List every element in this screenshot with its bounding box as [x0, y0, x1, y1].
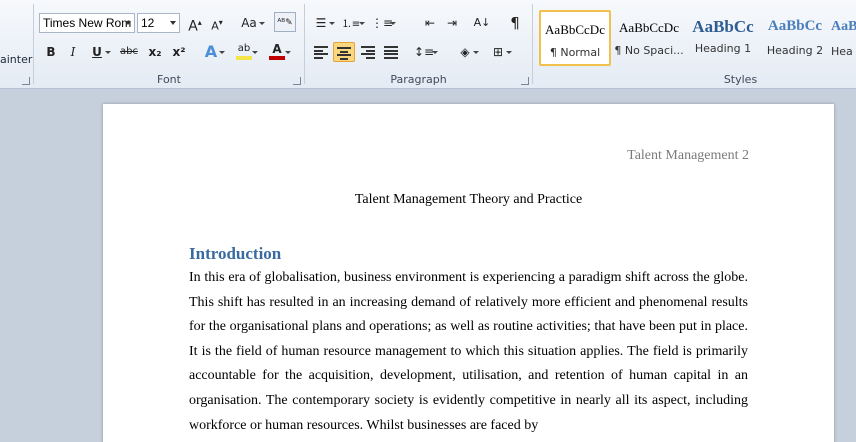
font-color-bar — [269, 56, 285, 60]
grow-font-button[interactable]: A▴ — [184, 13, 206, 35]
numbering-button[interactable]: ⒈≡ — [340, 13, 365, 33]
style-name: ¶ No Spaci... — [614, 44, 684, 57]
highlight-button[interactable]: ab — [233, 42, 258, 62]
style-sample: AaBbCc — [692, 17, 754, 36]
style-heading-1[interactable]: AaBbCc Heading 1 — [687, 10, 759, 66]
italic-icon: I — [70, 45, 76, 59]
style-name: ¶ Normal — [549, 46, 601, 59]
font-color-icon: A — [272, 42, 282, 56]
text-effects-icon: A — [204, 42, 218, 61]
font-name-value: Times New Rom — [43, 16, 132, 30]
italic-button[interactable]: I — [62, 42, 84, 62]
change-case-button[interactable]: Aa — [236, 13, 265, 33]
style-heading-3[interactable]: AaB Hea — [831, 10, 856, 66]
borders-icon: ⊞ — [492, 45, 504, 59]
bullets-button[interactable]: ☰ — [310, 13, 335, 33]
superscript-icon: x² — [172, 45, 186, 59]
paragraph-dialog-launcher-icon[interactable] — [521, 77, 529, 85]
underline-button[interactable]: U — [86, 42, 111, 62]
borders-button[interactable]: ⊞ — [487, 42, 512, 62]
change-case-icon: Aa — [241, 16, 257, 30]
grow-font-icon: A — [188, 18, 198, 35]
chevron-down-icon[interactable] — [125, 21, 131, 25]
shrink-font-button[interactable]: A▾ — [206, 13, 228, 33]
styles-group: AaBbCcDc ¶ Normal AaBbCcDc ¶ No Spaci...… — [533, 0, 856, 89]
bold-icon: B — [46, 45, 56, 59]
align-center-icon — [337, 47, 351, 60]
format-painter-button[interactable]: ainter — [0, 53, 32, 66]
paragraph-group-label: Paragraph — [390, 73, 447, 86]
style-sample: AaBbCc — [767, 18, 823, 34]
document-title: Talent Management Theory and Practice — [354, 192, 583, 207]
style-sample: AaB — [831, 19, 856, 34]
align-right-icon — [361, 46, 375, 59]
paint-bucket-icon: ◈ — [460, 45, 470, 59]
clipboard-dialog-launcher-icon[interactable] — [22, 77, 30, 85]
style-heading-2[interactable]: AaBbCc Heading 2 — [759, 10, 831, 66]
bold-button[interactable]: B — [40, 42, 62, 62]
text-effects-button[interactable]: A — [200, 42, 225, 62]
align-center-button[interactable] — [333, 42, 355, 62]
increase-indent-icon: ⇥ — [446, 16, 458, 30]
increase-indent-button[interactable]: ⇥ — [441, 13, 463, 33]
bullet-list-icon: ☰ — [315, 16, 327, 30]
clear-formatting-icon: ᴬᴮ✎ — [277, 18, 293, 28]
styles-group-label: Styles — [723, 73, 758, 86]
document-page[interactable]: Talent Management 2 Talent Management Th… — [103, 104, 834, 442]
decrease-indent-button[interactable]: ⇤ — [419, 13, 441, 33]
style-name: Heading 2 — [766, 44, 824, 57]
font-name-combo[interactable]: Times New Rom — [39, 13, 135, 33]
style-name: Heading 1 — [694, 42, 752, 55]
style-name: Hea — [831, 45, 853, 58]
strikethrough-button[interactable]: abc — [118, 42, 140, 62]
sort-button[interactable]: A↓ — [471, 13, 493, 33]
align-left-icon — [314, 46, 328, 59]
highlight-color-bar — [236, 56, 252, 60]
clipboard-group: ainter — [0, 0, 33, 89]
ribbon: ainter Times New Rom 12 A▴ A▾ Aa ᴬᴮ✎ B I… — [0, 0, 856, 89]
justify-icon — [384, 46, 398, 59]
body-paragraph[interactable]: In this era of globalisation, business e… — [189, 266, 748, 438]
chevron-down-icon[interactable] — [170, 21, 176, 25]
line-spacing-button[interactable]: ↕≡ — [413, 42, 438, 62]
subscript-button[interactable]: x₂ — [144, 42, 166, 62]
style-no-spacing[interactable]: AaBbCcDc ¶ No Spaci... — [613, 10, 685, 66]
numbered-list-icon: ⒈≡ — [341, 19, 361, 30]
font-group-label: Font — [157, 73, 181, 86]
pilcrow-icon: ¶ — [510, 14, 520, 32]
style-sample: AaBbCcDc — [545, 22, 605, 37]
paragraph-group: ☰ ⒈≡ ⋮≡ ⇤ ⇥ A↓ ¶ ↕≡ ◈ ⊞ Paragraph — [305, 0, 532, 89]
underline-icon: U — [92, 45, 102, 59]
shrink-font-icon: A — [211, 19, 219, 33]
section-heading: Introduction — [189, 244, 282, 263]
font-size-combo[interactable]: 12 — [137, 13, 180, 33]
font-group: Times New Rom 12 A▴ A▾ Aa ᴬᴮ✎ B I U abc … — [34, 0, 304, 89]
justify-button[interactable] — [380, 42, 402, 62]
multilevel-list-button[interactable]: ⋮≡ — [371, 13, 396, 33]
align-left-button[interactable] — [310, 42, 332, 62]
clear-formatting-button[interactable]: ᴬᴮ✎ — [274, 12, 296, 32]
sort-icon: A↓ — [473, 16, 491, 29]
font-color-button[interactable]: A — [266, 42, 291, 62]
font-dialog-launcher-icon[interactable] — [293, 77, 301, 85]
style-sample: AaBbCcDc — [619, 20, 679, 35]
shading-button[interactable]: ◈ — [454, 42, 479, 62]
multilevel-list-icon: ⋮≡ — [371, 16, 394, 30]
show-formatting-marks-button[interactable]: ¶ — [504, 13, 526, 33]
page-header: Talent Management 2 — [627, 148, 749, 163]
align-right-button[interactable] — [357, 42, 379, 62]
line-spacing-icon: ↕≡ — [413, 45, 435, 59]
superscript-button[interactable]: x² — [168, 42, 190, 62]
font-size-value: 12 — [141, 16, 155, 30]
highlighter-icon: ab — [237, 43, 251, 54]
subscript-icon: x₂ — [148, 45, 162, 59]
strikethrough-icon: abc — [120, 46, 138, 57]
style-normal[interactable]: AaBbCcDc ¶ Normal — [539, 10, 611, 66]
decrease-indent-icon: ⇤ — [424, 16, 436, 30]
